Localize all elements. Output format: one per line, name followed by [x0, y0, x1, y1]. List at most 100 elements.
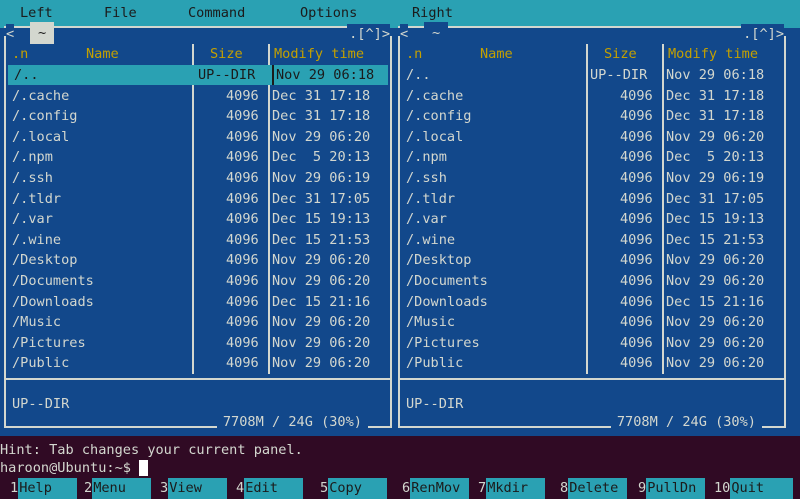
file-name: /.local — [406, 128, 464, 145]
file-row[interactable]: /.. UP--DIR Nov 29 06:18 — [8, 65, 388, 85]
menu-options[interactable]: Options — [300, 5, 357, 21]
file-row[interactable]: /.config 4096 Dec 31 17:18 — [400, 106, 780, 126]
header-size[interactable]: Size — [210, 44, 243, 64]
menu-right[interactable]: Right — [412, 5, 453, 21]
left-panel-history-button[interactable]: .[^]> — [347, 24, 390, 44]
file-row[interactable]: /.npm 4096 Dec 5 20:13 — [6, 147, 386, 167]
file-row[interactable]: /.cache 4096 Dec 31 17:18 — [400, 86, 780, 106]
file-row[interactable]: /Desktop 4096 Nov 29 06:20 — [400, 250, 780, 270]
right-panel-path[interactable]: ~ — [424, 22, 449, 44]
file-mtime: Nov 29 06:20 — [272, 128, 371, 145]
fkey-pulldn[interactable]: 9PullDn — [638, 478, 706, 499]
menu-left[interactable]: Left — [20, 5, 53, 21]
file-row[interactable]: /.. UP--DIR Nov 29 06:18 — [400, 65, 780, 85]
file-row[interactable]: /.var 4096 Dec 15 19:13 — [6, 209, 386, 229]
fkey-number: 3 — [160, 480, 169, 496]
file-name: /.tldr — [12, 190, 62, 207]
menu-command[interactable]: Command — [188, 5, 245, 21]
file-mtime: Nov 29 06:20 — [666, 128, 765, 145]
right-panel-disk-usage: 7708M / 24G (30%) — [610, 414, 762, 430]
file-row[interactable]: /.local 4096 Nov 29 06:20 — [400, 127, 780, 147]
fkey-label: Help — [18, 478, 78, 499]
file-row[interactable]: /.ssh 4096 Nov 29 06:19 — [6, 168, 386, 188]
file-name: /.var — [12, 211, 53, 228]
file-row[interactable]: /.cache 4096 Dec 31 17:18 — [6, 86, 386, 106]
fkey-mkdir[interactable]: 7Mkdir — [478, 478, 546, 499]
file-row[interactable]: /.ssh 4096 Nov 29 06:19 — [400, 168, 780, 188]
file-name: /.wine — [12, 231, 62, 248]
header-time[interactable]: Modify time — [668, 44, 758, 64]
file-row[interactable]: /Public 4096 Nov 29 06:20 — [400, 353, 780, 373]
file-row[interactable]: /.var 4096 Dec 15 19:13 — [400, 209, 780, 229]
header-name[interactable]: Name — [86, 44, 119, 64]
file-row[interactable]: /Documents 4096 Nov 29 06:20 — [6, 271, 386, 291]
sort-indicator[interactable]: .n — [12, 44, 28, 64]
file-name: /.cache — [406, 87, 464, 104]
column-headers: .n Name Size Modify time — [6, 44, 386, 64]
file-name: /.cache — [12, 87, 70, 104]
file-name: /.config — [12, 108, 78, 125]
fkey-copy[interactable]: 5Copy — [320, 478, 388, 499]
left-panel-nav-left[interactable]: < — [6, 24, 15, 44]
file-row[interactable]: /.config 4096 Dec 31 17:18 — [6, 106, 386, 126]
file-name: /.ssh — [12, 170, 53, 186]
file-name: /Documents — [406, 273, 488, 289]
function-key-bar: 1Help 2Menu 3View 4Edit 5Copy 6RenMov 7Mkdir 8D… — [0, 478, 800, 499]
file-row[interactable]: /Downloads 4096 Dec 15 21:16 — [6, 292, 386, 312]
left-panel-path[interactable]: ~ — [30, 22, 55, 44]
file-row[interactable]: /Pictures 4096 Nov 29 06:20 — [400, 333, 780, 353]
file-row[interactable]: /.tldr 4096 Dec 31 17:05 — [400, 189, 780, 209]
fkey-renmov[interactable]: 6RenMov — [402, 478, 470, 499]
file-row[interactable]: /Downloads 4096 Dec 15 21:16 — [400, 292, 780, 312]
menu-file[interactable]: File — [104, 5, 137, 21]
file-row[interactable]: /Pictures 4096 Nov 29 06:20 — [6, 333, 386, 353]
fkey-menu[interactable]: 2Menu — [84, 478, 152, 499]
header-size[interactable]: Size — [604, 44, 637, 64]
file-name: /.. — [406, 67, 431, 83]
file-mtime: Dec 31 17:18 — [272, 108, 371, 125]
left-panel[interactable]: < ~ .[^]> .n Name Size Modify time/.. UP--DIR No… — [4, 22, 392, 430]
fkey-number: 2 — [84, 480, 93, 496]
file-row[interactable]: /.npm 4096 Dec 5 20:13 — [400, 147, 780, 167]
sort-indicator[interactable]: .n — [406, 44, 422, 64]
command-prompt[interactable]: haroon@Ubuntu:~$ — [0, 458, 149, 478]
fkey-delete[interactable]: 8Delete — [560, 478, 628, 499]
file-name: /.config — [406, 108, 472, 125]
fkey-label: Edit — [244, 478, 304, 499]
file-row[interactable]: /.wine 4096 Dec 15 21:53 — [400, 230, 780, 250]
file-mtime: Dec 5 20:13 — [272, 149, 371, 166]
right-panel-nav-left[interactable]: < — [400, 24, 409, 44]
fkey-quit[interactable]: 10Quit — [714, 478, 794, 499]
fkey-edit[interactable]: 4Edit — [236, 478, 304, 499]
fkey-help[interactable]: 1Help — [10, 478, 78, 499]
file-mtime: Nov 29 06:20 — [272, 355, 371, 372]
right-panel-history-button[interactable]: .[^]> — [741, 24, 784, 44]
file-name: /Music — [12, 314, 62, 331]
fkey-number: 1 — [10, 480, 19, 496]
file-row[interactable]: /Desktop 4096 Nov 29 06:20 — [6, 250, 386, 270]
file-row[interactable]: /.local 4096 Nov 29 06:20 — [6, 127, 386, 147]
file-row[interactable]: /Documents 4096 Nov 29 06:20 — [400, 271, 780, 291]
file-mtime: Dec 31 17:05 — [272, 190, 371, 207]
file-mtime: Dec 15 21:53 — [272, 231, 371, 248]
fkey-number: 9 — [638, 480, 647, 496]
fkey-view[interactable]: 3View — [160, 478, 228, 499]
left-panel-disk-usage: 7708M / 24G (30%) — [216, 414, 368, 430]
right-panel[interactable]: < ~ .[^]> .n Name Size Modify time/.. UP--DIR No… — [398, 22, 786, 430]
file-name: /.var — [406, 211, 447, 228]
file-name: /.local — [12, 128, 70, 145]
file-mtime: Nov 29 06:20 — [666, 334, 765, 351]
file-name: /Pictures — [406, 334, 480, 351]
header-name[interactable]: Name — [480, 44, 513, 64]
header-time[interactable]: Modify time — [274, 44, 364, 64]
file-row[interactable]: /Music 4096 Nov 29 06:20 — [6, 312, 386, 332]
file-mtime: Nov 29 06:20 — [272, 314, 371, 331]
panel-top-border — [408, 26, 768, 38]
file-name: /Documents — [12, 273, 94, 289]
column-headers: .n Name Size Modify time — [400, 44, 780, 64]
file-row[interactable]: /Music 4096 Nov 29 06:20 — [400, 312, 780, 332]
file-row[interactable]: /Public 4096 Nov 29 06:20 — [6, 353, 386, 373]
file-row[interactable]: /.tldr 4096 Dec 31 17:05 — [6, 189, 386, 209]
file-mtime: Nov 29 06:20 — [666, 252, 765, 269]
file-row[interactable]: /.wine 4096 Dec 15 21:53 — [6, 230, 386, 250]
